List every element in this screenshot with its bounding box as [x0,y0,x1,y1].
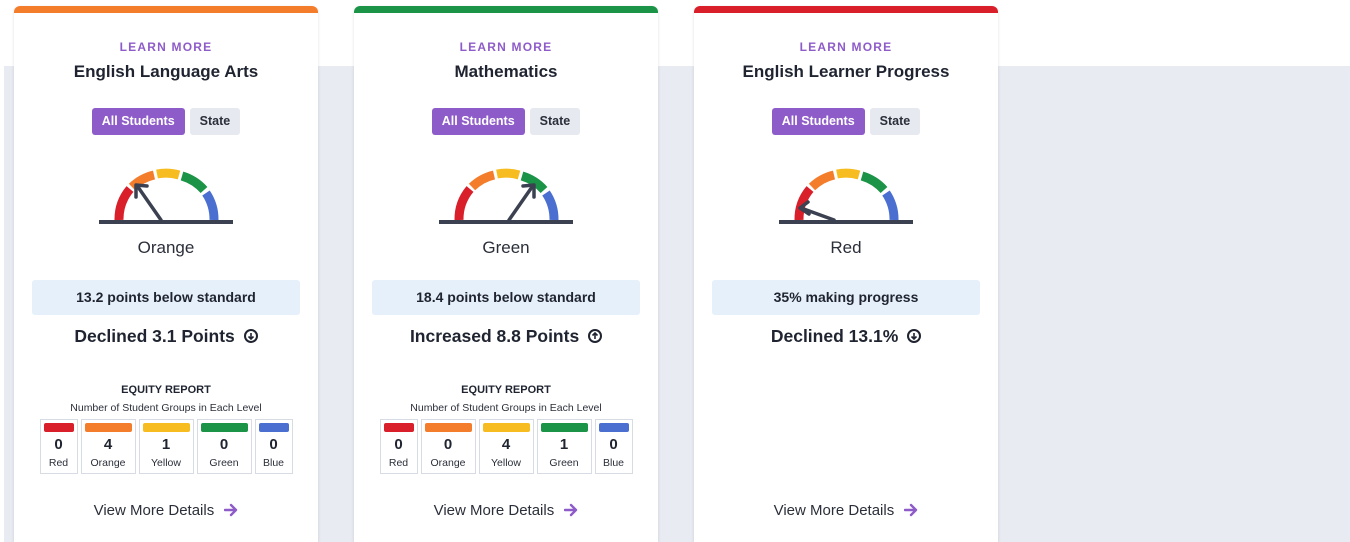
equity-level-green: 1 Green [536,419,592,474]
tab-state[interactable]: State [869,108,921,135]
arrow-right-icon [904,503,918,517]
learn-more-link[interactable]: LEARN MORE [354,40,658,54]
view-more-details-link[interactable]: View More Details [14,502,318,519]
change-text: Declined 13.1% [770,326,899,346]
card-english-learner-progress: LEARN MORE English Learner Progress All … [694,6,998,542]
card-english-language-arts: LEARN MORE English Language Arts All Stu… [14,6,318,542]
student-tabs: All Students State [694,108,998,135]
details-text: View More Details [433,502,555,519]
change-summary: Increased 8.8 Points [354,326,658,347]
left-edge [0,66,4,542]
card-mathematics: LEARN MORE Mathematics All Students Stat… [354,6,658,542]
equity-level-blue: 0 Blue [594,419,633,474]
card-title: English Learner Progress [742,62,950,81]
details-text: View More Details [93,502,215,519]
arrow-right-icon [564,503,578,517]
change-summary: Declined 13.1% [694,326,998,347]
change-text: Increased 8.8 Points [409,326,580,346]
tab-all-students[interactable]: All Students [431,108,525,135]
equity-boxes: 0 Red 4 Orange 1 Yellow 0 Green 0 Blue [34,419,298,474]
gauge-meter [779,168,913,224]
equity-report-subtitle: Number of Student Groups in Each Level [410,402,602,414]
card-top-bar [694,6,998,13]
equity-level-blue: 0 Blue [254,419,293,474]
performance-level: Red [830,238,862,257]
gauge-needle-icon [136,185,163,222]
status-box: 18.4 points below standard [372,280,640,315]
equity-level-red: 0 Red [39,419,78,474]
arrow-down-circle-icon [243,329,258,343]
card-title: Mathematics [454,62,558,81]
arrow-up-circle-icon [588,329,603,343]
arrow-down-circle-icon [907,329,922,343]
student-tabs: All Students State [354,108,658,135]
equity-level-red: 0 Red [379,419,418,474]
equity-level-yellow: 1 Yellow [138,419,194,474]
equity-report-title: EQUITY REPORT [461,384,551,396]
tab-all-students[interactable]: All Students [771,108,865,135]
change-summary: Declined 3.1 Points [14,326,318,347]
card-top-bar [354,6,658,13]
equity-report-subtitle: Number of Student Groups in Each Level [70,402,262,414]
status-box: 13.2 points below standard [32,280,300,315]
view-more-details-link[interactable]: View More Details [354,502,658,519]
equity-level-yellow: 4 Yellow [478,419,534,474]
student-tabs: All Students State [14,108,318,135]
gauge-needle-icon [507,185,534,222]
arrow-right-icon [224,503,238,517]
card-title: English Language Arts [73,62,259,81]
performance-level: Green [482,238,530,257]
learn-more-link[interactable]: LEARN MORE [694,40,998,54]
equity-level-green: 0 Green [196,419,252,474]
tab-state[interactable]: State [189,108,241,135]
equity-report-title: EQUITY REPORT [121,384,211,396]
gauge-meter [439,168,573,224]
equity-level-orange: 4 Orange [80,419,136,474]
equity-boxes: 0 Red 0 Orange 4 Yellow 1 Green 0 Blue [374,419,638,474]
gauge-meter [99,168,233,224]
card-top-bar [14,6,318,13]
view-more-details-link[interactable]: View More Details [694,502,998,519]
learn-more-link[interactable]: LEARN MORE [14,40,318,54]
details-text: View More Details [773,502,895,519]
performance-level: Orange [137,238,195,257]
change-text: Declined 3.1 Points [74,326,235,346]
status-box: 35% making progress [712,280,980,315]
tab-all-students[interactable]: All Students [91,108,185,135]
tab-state[interactable]: State [529,108,581,135]
equity-level-orange: 0 Orange [420,419,476,474]
